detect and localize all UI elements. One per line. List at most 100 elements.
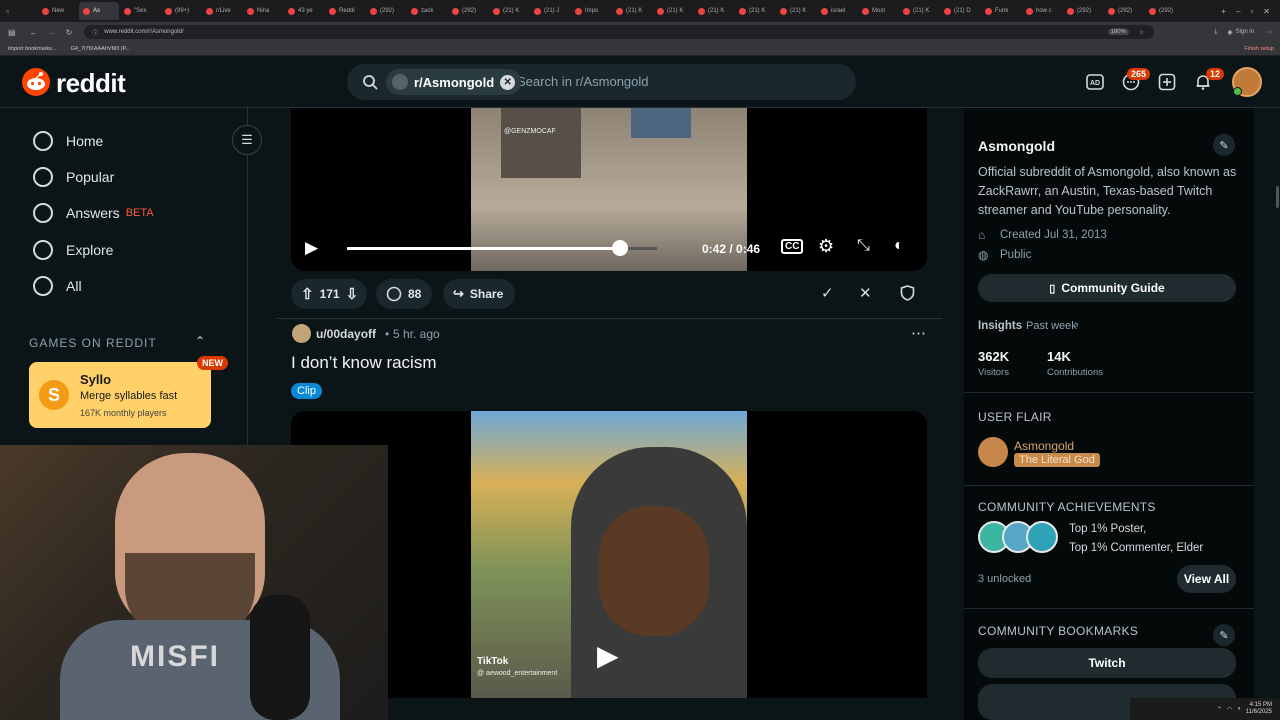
browser-tab[interactable]: (292) (1104, 2, 1144, 20)
create-post-icon[interactable] (1156, 71, 1178, 93)
tab-list-icon[interactable]: ▫ (6, 7, 9, 16)
post2-flair[interactable]: Clip (291, 383, 322, 399)
browser-tab[interactable]: As (79, 2, 119, 20)
browser-tab[interactable]: (292) (1063, 2, 1103, 20)
browser-tab[interactable]: (21) K (612, 2, 652, 20)
subreddit-search-chip[interactable]: r/Asmongold ✕ (386, 69, 522, 95)
view-all-button[interactable]: View All (1177, 565, 1236, 593)
bookmark-star-icon[interactable]: ☆ (1139, 29, 1144, 36)
close-window-icon[interactable]: ✕ (1263, 7, 1270, 16)
collapse-nav-icon[interactable]: ☰ (232, 125, 262, 155)
nav-item-all[interactable]: All (33, 274, 82, 298)
approve-check-icon[interactable]: ✓ (821, 284, 834, 302)
minimize-icon[interactable]: – (1236, 7, 1240, 16)
fullscreen-icon[interactable]: ⤡ (857, 237, 870, 255)
video-progress-bar[interactable] (347, 240, 657, 256)
reddit-logo-icon[interactable] (22, 68, 50, 96)
back-icon[interactable]: ← (30, 28, 38, 37)
download-icon[interactable]: ⤓ (1214, 28, 1217, 36)
mod-shield-icon[interactable] (900, 285, 915, 301)
browser-tab[interactable]: (292) (1145, 2, 1185, 20)
browser-tab[interactable]: (21) K (735, 2, 775, 20)
sign-in-link[interactable]: Sign in (1236, 29, 1254, 35)
chevron-right-icon[interactable]: › (1075, 319, 1079, 331)
play-icon[interactable]: ▶ (305, 238, 318, 258)
speaker-icon[interactable]: ◖ (1237, 706, 1241, 712)
settings-gear-icon[interactable]: ⚙ (818, 236, 834, 257)
nav-item-home[interactable]: Home (33, 129, 103, 153)
bookmark-import[interactable]: Import bookmarks... (8, 46, 57, 52)
community-guide-button[interactable]: ▯ Community Guide (978, 274, 1236, 302)
browser-tab[interactable]: Impo (571, 2, 611, 20)
game-card-syllo[interactable]: S Syllo Merge syllables fast 167K monthl… (29, 362, 211, 428)
new-tab-icon[interactable]: + (1221, 7, 1226, 16)
browser-tab[interactable]: Reddi (325, 2, 365, 20)
achievement-elder-icon[interactable] (1026, 521, 1058, 553)
tab-favicon-icon (575, 7, 582, 15)
post2-author-avatar[interactable] (292, 324, 311, 343)
volume-icon[interactable]: ◐ (894, 237, 904, 255)
nav-item-answers[interactable]: Answers BETA (33, 201, 154, 225)
sidebar-toggle-icon[interactable]: ▤ (8, 28, 16, 37)
captions-icon[interactable]: CC (781, 239, 804, 254)
browser-tab[interactable]: (21) K (489, 2, 529, 20)
zoom-indicator[interactable]: 180% (1107, 29, 1129, 35)
url-field[interactable]: ⓘ www.reddit.com/r/Asmongold/ 180% ☆ (84, 25, 1155, 39)
browser-tab[interactable]: how c (1022, 2, 1062, 20)
downvote-icon[interactable]: ⇩ (346, 285, 359, 303)
menu-icon[interactable]: ⋯ (1266, 29, 1272, 36)
video-scrubber-handle[interactable] (611, 240, 628, 256)
post1-video-player[interactable]: @GENZMOCAF ▶ 0:42 / 0:46 CC ⚙ ⤡ ◐ (291, 108, 927, 271)
browser-tab[interactable]: Nina (243, 2, 283, 20)
post2-title[interactable]: I don’t know racism (291, 353, 437, 373)
browser-tab[interactable]: (21) K (694, 2, 734, 20)
browser-tab[interactable]: zack (407, 2, 447, 20)
share-button[interactable]: ↪ Share (443, 279, 515, 309)
finish-setup-link[interactable]: Finish setup (1244, 46, 1274, 52)
browser-tab[interactable]: (99+) (161, 2, 201, 20)
browser-tab[interactable]: New (38, 2, 78, 20)
browser-tab[interactable]: (292) (366, 2, 406, 20)
twitch-bookmark-button[interactable]: Twitch (978, 648, 1236, 678)
nav-item-popular[interactable]: Popular (33, 165, 114, 189)
forward-icon[interactable]: → (48, 28, 56, 37)
browser-tab[interactable]: r/Live (202, 2, 242, 20)
maximize-icon[interactable]: ▫ (1250, 7, 1253, 16)
clear-chip-icon[interactable]: ✕ (500, 74, 516, 90)
browser-tab[interactable]: (21) K (776, 2, 816, 20)
post2-author[interactable]: u/00dayoff (316, 327, 376, 341)
user-avatar[interactable] (1232, 67, 1262, 97)
search-placeholder[interactable]: Search in r/Asmongold (517, 74, 649, 89)
reload-icon[interactable]: ↻ (66, 28, 73, 37)
advertise-icon[interactable]: AD (1084, 71, 1106, 93)
edit-bookmarks-icon[interactable]: ✎ (1213, 624, 1235, 646)
remove-x-icon[interactable]: ✕ (859, 284, 872, 302)
post2-play-icon[interactable]: ▶ (597, 639, 619, 672)
profile-icon[interactable]: ◉ (1227, 29, 1232, 36)
reddit-wordmark[interactable]: reddit (56, 68, 126, 99)
browser-tab[interactable]: Funk (981, 2, 1021, 20)
browser-tab[interactable]: (21) D (940, 2, 980, 20)
comments-button[interactable]: 88 (376, 279, 432, 309)
browser-tab[interactable]: (21) K (653, 2, 693, 20)
browser-tab[interactable]: 43 ye (284, 2, 324, 20)
tray-chevron-icon[interactable]: ⌃ (1217, 706, 1222, 713)
browser-tab[interactable]: (21) K (899, 2, 939, 20)
post-options-icon[interactable]: ⋯ (911, 324, 926, 342)
nav-item-explore[interactable]: Explore (33, 238, 113, 262)
browser-tab[interactable]: "Sex (120, 2, 160, 20)
browser-tab[interactable]: israel (817, 2, 857, 20)
upvote-icon[interactable]: ⇧ (301, 285, 314, 303)
browser-tab[interactable]: Most (858, 2, 898, 20)
nav-item-label: Home (66, 133, 104, 149)
insights-period[interactable]: Past week (1026, 320, 1077, 332)
browser-tab[interactable]: (21) J (530, 2, 570, 20)
chevron-up-icon[interactable]: ⌃ (195, 334, 205, 348)
wifi-icon[interactable]: ◠ (1227, 706, 1232, 713)
browser-tab[interactable]: (292) (448, 2, 488, 20)
edit-pencil-icon[interactable]: ✎ (1213, 134, 1235, 156)
page-scrollbar[interactable] (1276, 186, 1279, 208)
clock[interactable]: 4:15 PM 11/6/2025 (1246, 702, 1272, 716)
bookmark-item[interactable]: G4_7t7fXAAAhVM3 (P... (71, 46, 131, 52)
site-info-icon[interactable]: ⓘ (92, 28, 98, 37)
